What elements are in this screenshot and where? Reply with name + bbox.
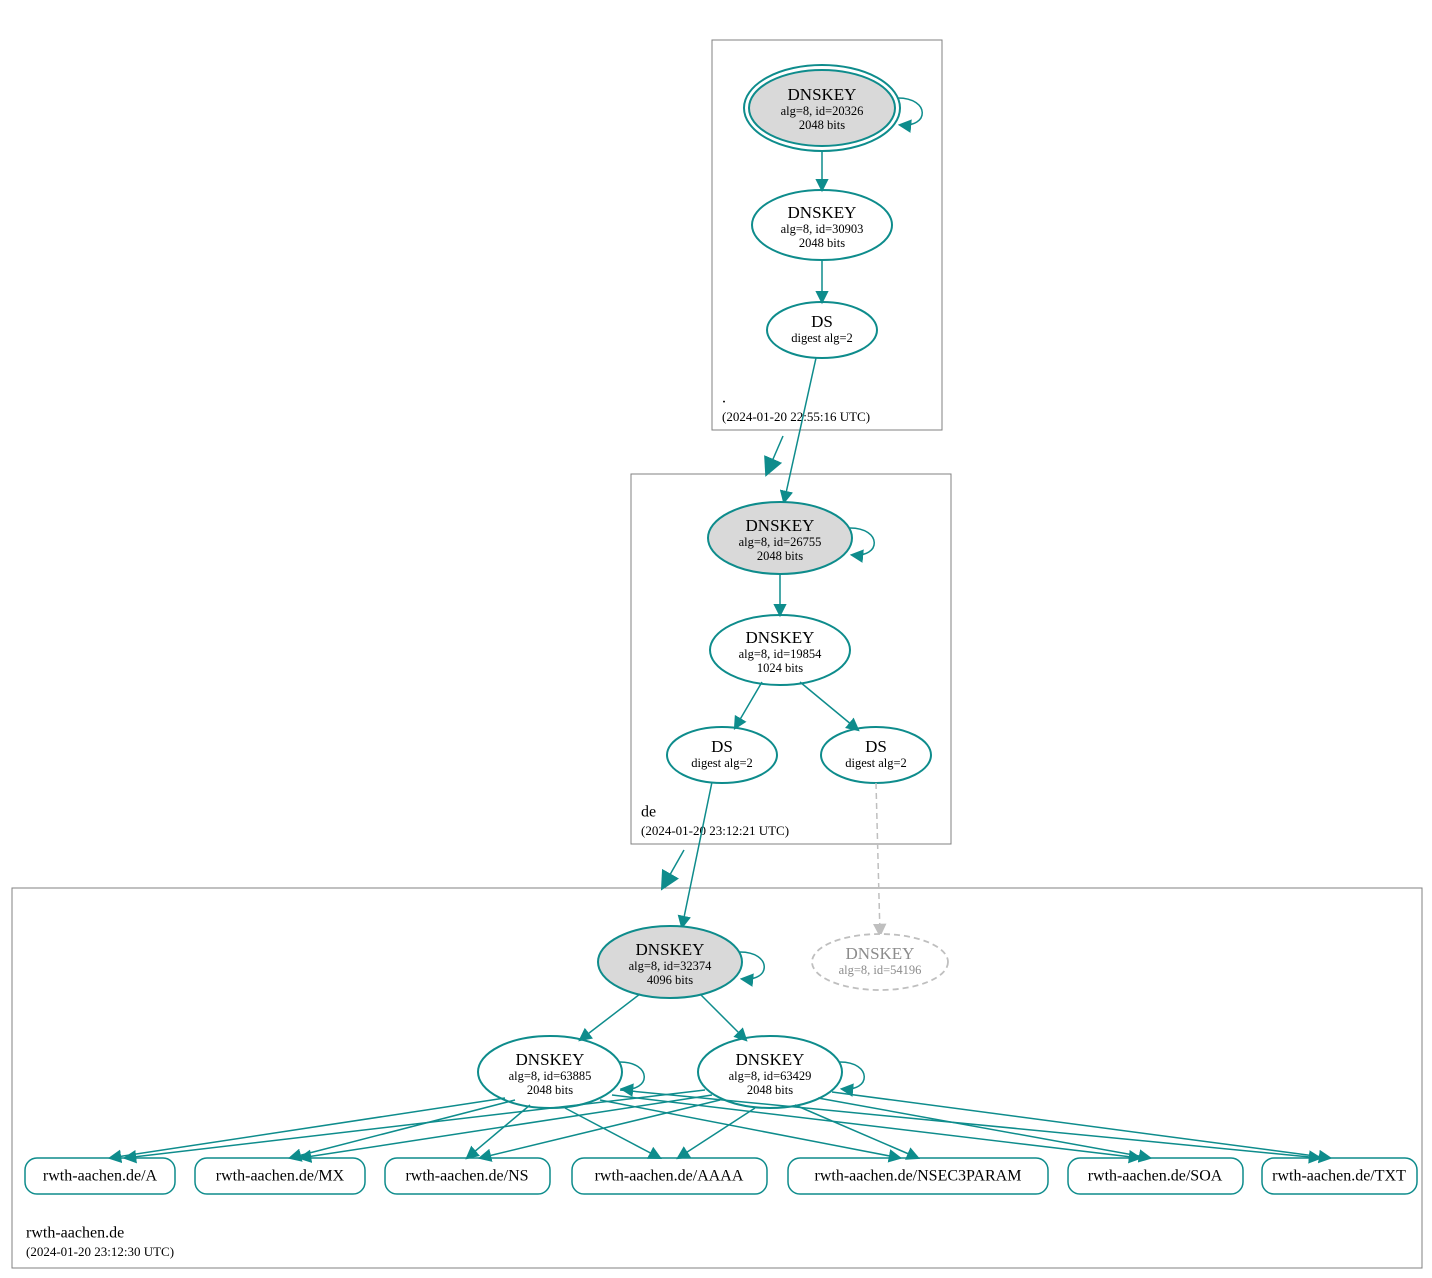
svg-text:1024 bits: 1024 bits	[757, 661, 803, 675]
svg-text:alg=8, id=63429: alg=8, id=63429	[729, 1069, 812, 1083]
rr-mx[interactable]: rwth-aachen.de/MX	[195, 1158, 365, 1194]
edge-zskA-self	[620, 1062, 644, 1089]
zone-de-ts: (2024-01-20 23:12:21 UTC)	[641, 823, 789, 838]
svg-text:2048 bits: 2048 bits	[757, 549, 803, 563]
de-ksk-node[interactable]: DNSKEY alg=8, id=26755 2048 bits	[708, 502, 852, 574]
svg-text:2048 bits: 2048 bits	[527, 1083, 573, 1097]
svg-text:DNSKEY: DNSKEY	[516, 1050, 585, 1069]
domain-ksk-node[interactable]: DNSKEY alg=8, id=32374 4096 bits	[598, 926, 742, 998]
domain-zsk-b[interactable]: DNSKEY alg=8, id=63429 2048 bits	[698, 1036, 842, 1108]
e-b-TXT	[832, 1092, 1330, 1158]
edge-root-de-thick	[767, 436, 783, 473]
root-ds-node[interactable]: DS digest alg=2	[767, 302, 877, 358]
zone-domain-ts: (2024-01-20 23:12:30 UTC)	[26, 1244, 174, 1259]
svg-text:alg=8, id=54196: alg=8, id=54196	[839, 963, 922, 977]
svg-text:DNSKEY: DNSKEY	[846, 944, 915, 963]
edge-root-ksk-self	[898, 98, 922, 125]
zone-de-label: de	[641, 804, 656, 821]
edge-de-zsk-dsB	[800, 682, 858, 730]
e-b-AAAA	[678, 1108, 755, 1158]
svg-text:rwth-aachen.de/NSEC3PARAM: rwth-aachen.de/NSEC3PARAM	[815, 1168, 1022, 1185]
svg-text:rwth-aachen.de/NS: rwth-aachen.de/NS	[405, 1168, 528, 1185]
svg-text:alg=8, id=26755: alg=8, id=26755	[739, 535, 822, 549]
edge-zskB-self	[840, 1062, 864, 1089]
e-a-A	[110, 1098, 505, 1158]
edge-dsA-to-ksk	[682, 782, 712, 927]
svg-text:rwth-aachen.de/TXT: rwth-aachen.de/TXT	[1272, 1168, 1406, 1185]
edge-ksk-zskB	[700, 994, 746, 1040]
rr-ns[interactable]: rwth-aachen.de/NS	[385, 1158, 550, 1194]
svg-text:alg=8, id=20326: alg=8, id=20326	[781, 104, 864, 118]
svg-text:DS: DS	[865, 737, 887, 756]
svg-text:DNSKEY: DNSKEY	[746, 628, 815, 647]
domain-zsk-a[interactable]: DNSKEY alg=8, id=63885 2048 bits	[478, 1036, 622, 1108]
edge-ksk-zskA	[580, 994, 640, 1040]
rr-nsec3param[interactable]: rwth-aachen.de/NSEC3PARAM	[788, 1158, 1048, 1194]
edge-dsB-to-missing	[876, 783, 880, 935]
de-ds-b[interactable]: DS digest alg=2	[821, 727, 931, 783]
svg-text:DNSKEY: DNSKEY	[636, 940, 705, 959]
svg-text:rwth-aachen.de/SOA: rwth-aachen.de/SOA	[1088, 1168, 1223, 1185]
rr-soa[interactable]: rwth-aachen.de/SOA	[1068, 1158, 1243, 1194]
svg-text:digest alg=2: digest alg=2	[845, 756, 907, 770]
svg-text:rwth-aachen.de/A: rwth-aachen.de/A	[43, 1168, 158, 1185]
rr-aaaa[interactable]: rwth-aachen.de/AAAA	[572, 1158, 767, 1194]
domain-missing-key[interactable]: DNSKEY alg=8, id=54196	[812, 934, 948, 990]
svg-text:DS: DS	[811, 312, 833, 331]
rr-txt[interactable]: rwth-aachen.de/TXT	[1262, 1158, 1417, 1194]
root-zsk-node[interactable]: DNSKEY alg=8, id=30903 2048 bits	[752, 190, 892, 260]
de-ds-a[interactable]: DS digest alg=2	[667, 727, 777, 783]
svg-text:2048 bits: 2048 bits	[799, 118, 845, 132]
svg-text:alg=8, id=63885: alg=8, id=63885	[509, 1069, 592, 1083]
edge-domain-ksk-self	[740, 952, 764, 979]
svg-text:4096 bits: 4096 bits	[647, 973, 693, 987]
dnssec-graph: . (2024-01-20 22:55:16 UTC) DNSKEY alg=8…	[0, 0, 1432, 1278]
svg-text:DNSKEY: DNSKEY	[788, 203, 857, 222]
zone-domain-label: rwth-aachen.de	[26, 1225, 124, 1242]
edge-de-zsk-dsA	[735, 682, 762, 728]
svg-text:alg=8, id=30903: alg=8, id=30903	[781, 222, 864, 236]
rr-a[interactable]: rwth-aachen.de/A	[25, 1158, 175, 1194]
zone-root-ts: (2024-01-20 22:55:16 UTC)	[722, 409, 870, 424]
e-b-MX	[300, 1095, 712, 1158]
e-b-NS	[480, 1100, 720, 1158]
svg-text:DNSKEY: DNSKEY	[746, 516, 815, 535]
svg-text:DNSKEY: DNSKEY	[736, 1050, 805, 1069]
svg-text:alg=8, id=19854: alg=8, id=19854	[739, 647, 823, 661]
svg-text:DNSKEY: DNSKEY	[788, 85, 857, 104]
e-a-MX	[290, 1100, 515, 1158]
svg-text:DS: DS	[711, 737, 733, 756]
edge-de-domain-thick	[663, 850, 684, 887]
de-zsk-node[interactable]: DNSKEY alg=8, id=19854 1024 bits	[710, 615, 850, 685]
edge-de-ksk-self	[850, 528, 874, 555]
svg-text:rwth-aachen.de/MX: rwth-aachen.de/MX	[216, 1168, 345, 1185]
svg-text:digest alg=2: digest alg=2	[791, 331, 853, 345]
svg-text:rwth-aachen.de/AAAA: rwth-aachen.de/AAAA	[595, 1168, 744, 1185]
svg-text:alg=8, id=32374: alg=8, id=32374	[629, 959, 713, 973]
svg-text:digest alg=2: digest alg=2	[691, 756, 753, 770]
root-ksk-node[interactable]: DNSKEY alg=8, id=20326 2048 bits	[744, 65, 900, 151]
svg-text:2048 bits: 2048 bits	[799, 236, 845, 250]
svg-text:2048 bits: 2048 bits	[747, 1083, 793, 1097]
zone-root-label: .	[722, 390, 726, 407]
